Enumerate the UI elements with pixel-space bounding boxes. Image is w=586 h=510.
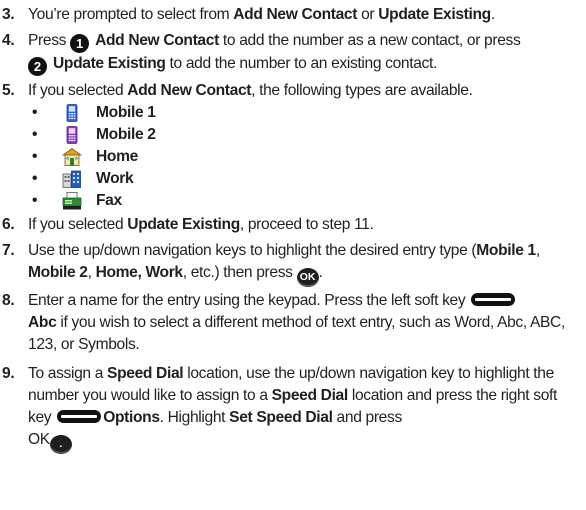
- bullet: •: [32, 192, 38, 209]
- type-label: Mobile 2: [96, 126, 156, 143]
- step-number: 8.: [2, 292, 15, 309]
- step-text: If you selected Add New Contact, the fol…: [28, 82, 473, 99]
- ok-key-icon: OK: [296, 268, 319, 287]
- bullet: •: [32, 104, 38, 121]
- step-number: 9.: [2, 365, 15, 382]
- step-text: Use the up/down navigation keys to highl…: [28, 240, 584, 287]
- step-number: 3.: [2, 6, 15, 23]
- step-8: 8. Enter a name for the entry using the …: [0, 290, 584, 356]
- mobile-phone-purple-icon: [66, 126, 78, 144]
- step-number: 7.: [2, 242, 15, 259]
- step-7: 7. Use the up/down navigation keys to hi…: [0, 240, 584, 287]
- step-5: 5. If you selected Add New Contact, the …: [0, 80, 584, 102]
- type-label: Fax: [96, 192, 122, 209]
- fax-machine-icon: [62, 192, 82, 210]
- step-6: 6. If you selected Update Existing, proc…: [0, 214, 584, 236]
- step-number: 4.: [2, 32, 15, 49]
- bullet: •: [32, 170, 38, 187]
- bullet: •: [32, 148, 38, 165]
- step-9: 9. To assign a Speed Dial location, use …: [0, 363, 584, 454]
- type-label: Work: [96, 170, 134, 187]
- step-text: Press 1 Add New Contact to add the numbe…: [28, 32, 521, 76]
- manual-page: 3. You’re prompted to select from Add Ne…: [0, 0, 586, 510]
- step-text: To assign a Speed Dial location, use the…: [28, 363, 584, 454]
- step-number: 6.: [2, 216, 15, 233]
- left-soft-key-icon: [471, 293, 516, 306]
- type-label: Home: [96, 148, 138, 165]
- office-building-icon: [62, 170, 81, 188]
- mobile-phone-blue-icon: [66, 104, 78, 122]
- key-2-icon: 2: [28, 57, 47, 76]
- right-soft-key-icon: [57, 410, 102, 423]
- step-number: 5.: [2, 82, 15, 99]
- step-4: 4. Press 1 Add New Contact to add the nu…: [0, 30, 584, 76]
- bullet: •: [32, 126, 38, 143]
- type-label: Mobile 1: [96, 104, 156, 121]
- key-1-icon: 1: [70, 34, 90, 53]
- step-text: Enter a name for the entry using the key…: [28, 292, 565, 353]
- step-3: 3. You’re prompted to select from Add Ne…: [0, 4, 584, 26]
- step-text: You’re prompted to select from Add New C…: [28, 6, 495, 23]
- house-icon: [62, 148, 82, 166]
- step-text: If you selected Update Existing, proceed…: [28, 216, 374, 233]
- ok-key-icon: .: [49, 435, 72, 454]
